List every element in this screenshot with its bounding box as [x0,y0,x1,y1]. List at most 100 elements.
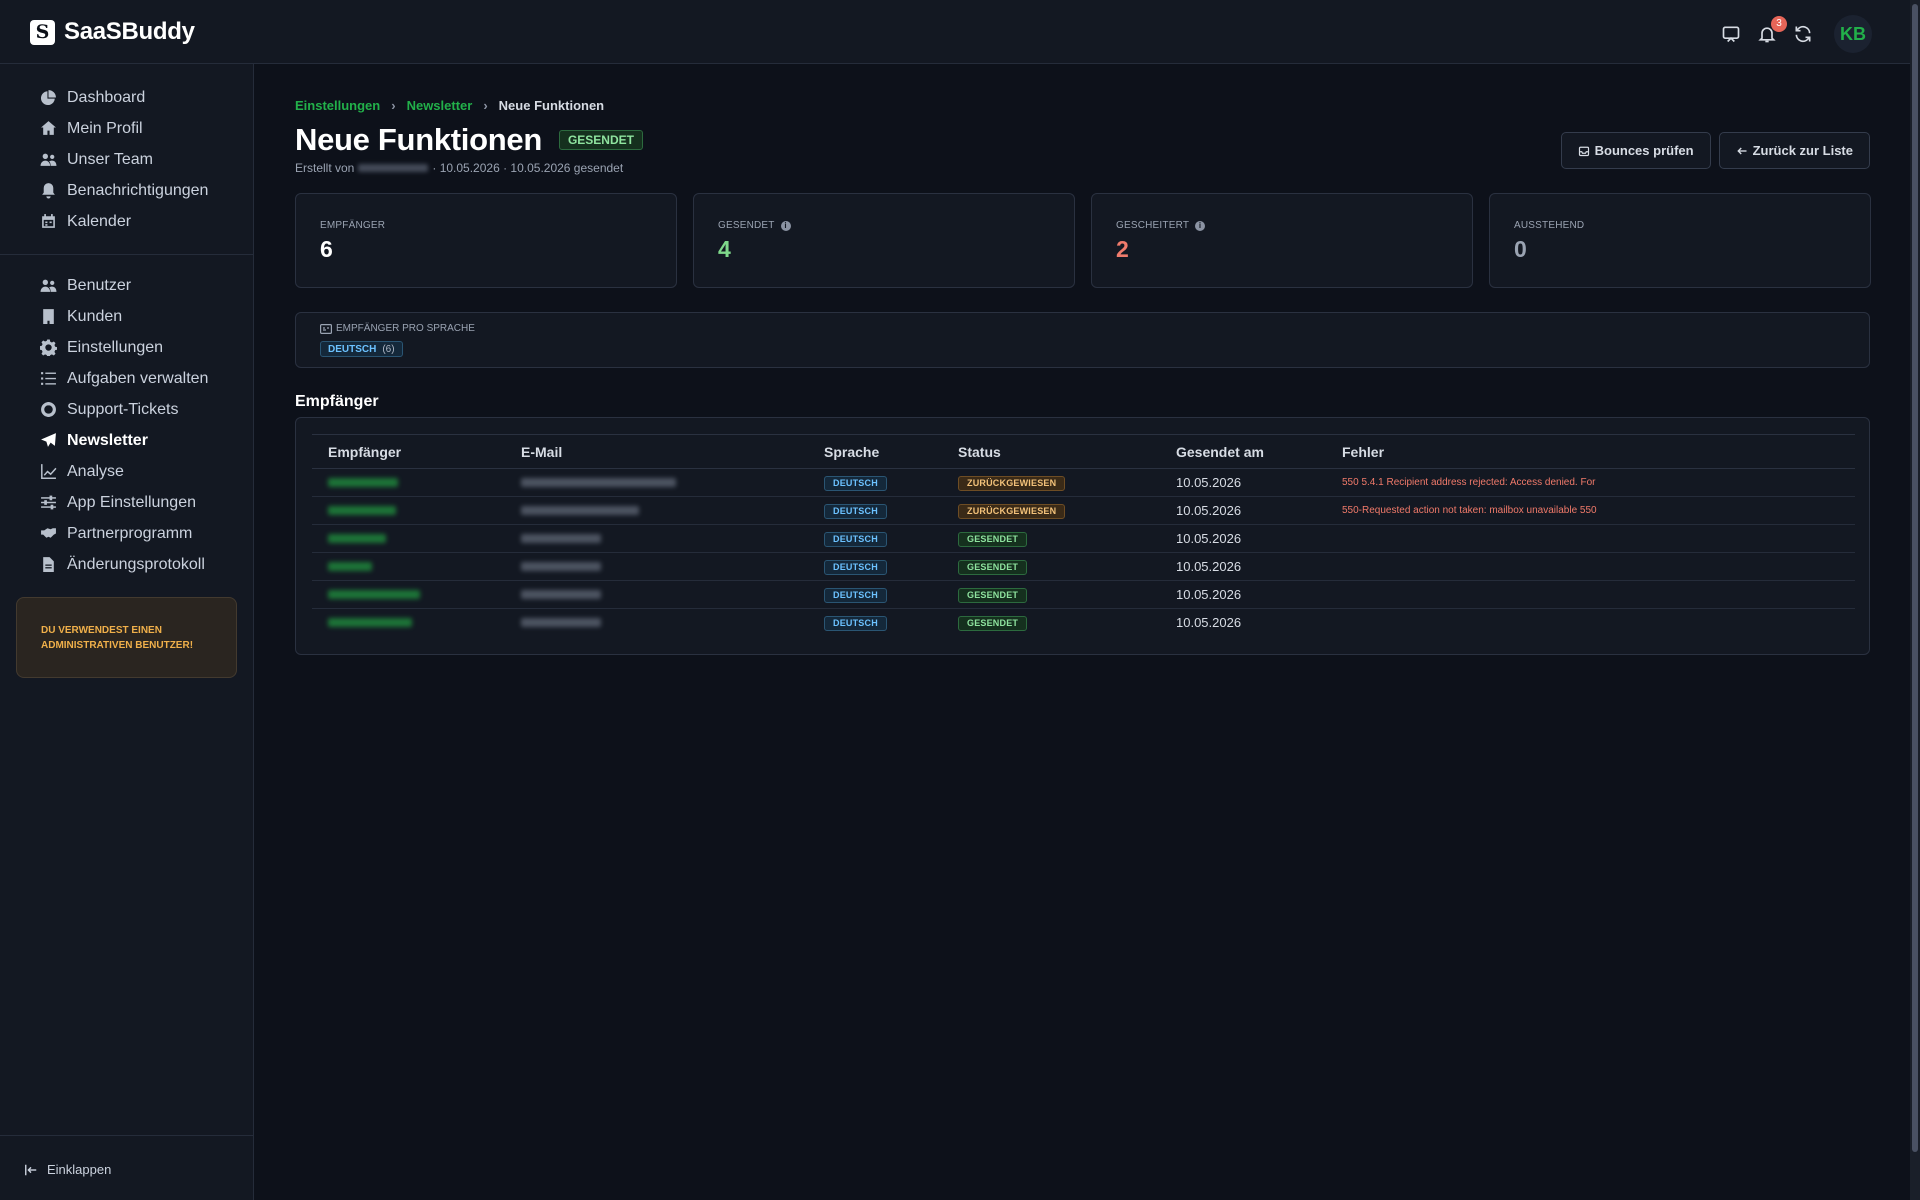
language-chip: DEUTSCH [824,616,887,632]
breadcrumb: Einstellungen › Newsletter › Neue Funkti… [295,98,604,113]
info-icon[interactable]: i [780,220,791,231]
notification-count-badge: 3 [1771,16,1787,32]
language-breakdown-label: EMPFÄNGER PRO SPRACHE [320,323,1869,334]
sidebar-item-mein-profil[interactable]: Mein Profil [0,113,253,144]
sidebar-item-label: Newsletter [67,431,148,449]
sidebar-item-aufgaben-verwalten[interactable]: Aufgaben verwalten [0,363,253,394]
table-row[interactable]: DEUTSCH ZURÜCKGEWIESEN 10.05.2026 550-Reque… [312,496,1855,525]
check-bounces-button[interactable]: Bounces prüfen [1560,132,1711,169]
language-cell: DEUTSCH [808,468,942,497]
sidebar-group-main: Dashboard Mein Profil Unser Team Benachrich… [0,64,253,237]
error-cell [1326,609,1855,637]
gear-icon [40,339,57,356]
redacted-email [521,590,601,599]
page-title-row: Neue Funktionen GESENDET [295,122,643,158]
home-icon [40,120,57,137]
status-cell: GESENDET [942,609,1160,637]
sidebar-item-partnerprogramm[interactable]: Partnerprogramm [0,518,253,549]
sidebar-item-support-tickets[interactable]: Support-Tickets [0,394,253,425]
breadcrumb-link-settings[interactable]: Einstellungen [295,98,380,113]
status-badge: GESENDET [958,560,1028,575]
redacted-name[interactable] [328,590,420,599]
redacted-name[interactable] [328,478,398,487]
recipients-table-card: Empfänger E-Mail Sprache Status Gesendet am F… [295,417,1870,655]
sidebar-item-einstellungen[interactable]: Einstellungen [0,332,253,363]
redacted-name[interactable] [328,506,396,515]
collapse-icon [25,1164,37,1175]
sidebar-item-änderungsprotokoll[interactable]: Änderungsprotokoll [0,549,253,580]
scrollbar-thumb[interactable] [1912,4,1918,1152]
table-row[interactable]: DEUTSCH GESENDET 10.05.2026 [312,580,1855,609]
column-header[interactable]: Status [942,434,1160,469]
sidebar-item-kalender[interactable]: Kalender [0,206,253,237]
refresh-icon[interactable] [1792,23,1814,45]
redacted-name[interactable] [328,562,372,571]
app-name: SaaSBuddy [64,18,195,45]
back-to-list-button[interactable]: Zurück zur Liste [1718,132,1870,169]
table-row[interactable]: DEUTSCH GESENDET 10.05.2026 [312,552,1855,581]
pie-chart-icon [40,89,57,106]
sidebar-divider [0,254,253,255]
info-icon[interactable]: i [1195,220,1206,231]
sidebar-item-label: Support-Tickets [67,400,179,418]
sidebar-item-app-einstellungen[interactable]: App Einstellungen [0,487,253,518]
app-logo[interactable]: S SaaSBuddy [30,18,195,46]
page-subtitle: Erstellt von · 10.05.2026 · 10.05.2026 g… [295,161,623,175]
sidebar-item-benutzer[interactable]: Benutzer [0,270,253,301]
stat-label-text: AUSSTEHEND [1514,220,1585,231]
error-cell [1326,524,1855,553]
line-chart-icon [40,463,57,480]
sidebar-item-benachrichtigungen[interactable]: Benachrichtigungen [0,175,253,206]
status-badge: ZURÜCKGEWIESEN [958,504,1066,519]
tasks-icon [40,370,57,387]
recipient-name-cell [312,609,505,637]
sidebar-item-label: Dashboard [67,88,146,106]
status-badge: GESENDET [958,532,1028,547]
recipient-name-cell [312,468,505,497]
sidebar-item-dashboard[interactable]: Dashboard [0,82,253,113]
sidebar-item-label: App Einstellungen [67,493,196,511]
collapse-sidebar-button[interactable]: Einklappen [24,1162,111,1177]
sidebar-item-label: Benutzer [67,276,132,294]
page-scrollbar[interactable] [1910,0,1920,1200]
sidebar-item-analyse[interactable]: Analyse [0,456,253,487]
redacted-name[interactable] [328,618,412,628]
sidebar-item-label: Aufgaben verwalten [67,369,209,387]
sidebar-item-label: Partnerprogramm [67,524,193,542]
stat-label: AUSSTEHEND [1514,220,1870,231]
language-breakdown-title: EMPFÄNGER PRO SPRACHE [336,323,475,334]
sidebar-item-unser-team[interactable]: Unser Team [0,144,253,175]
chevron-right-icon: › [391,98,396,113]
user-avatar[interactable]: KB [1834,15,1872,53]
error-cell: 550 5.4.1 Recipient address rejected: Ac… [1326,468,1855,497]
table-row[interactable]: DEUTSCH ZURÜCKGEWIESEN 10.05.2026 550 5.4.1… [312,468,1855,497]
bell-icon[interactable]: 3 [1756,16,1787,45]
handshake-icon [40,525,57,542]
column-header[interactable]: Empfänger [312,434,505,469]
sidebar-item-kunden[interactable]: Kunden [0,301,253,332]
page-title: Neue Funktionen [295,122,542,157]
back-to-list-label: Zurück zur Liste [1752,143,1853,158]
cast-icon[interactable] [1720,23,1742,45]
stat-value: 4 [718,236,731,262]
status-cell: ZURÜCKGEWIESEN [942,468,1160,497]
redacted-name[interactable] [328,534,386,543]
table-row[interactable]: DEUTSCH GESENDET 10.05.2026 [312,524,1855,553]
collapse-label: Einklappen [47,1162,112,1177]
column-header[interactable]: E-Mail [505,434,808,469]
recipient-name-cell [312,552,505,581]
lifebuoy-icon [40,401,57,418]
column-header[interactable]: Fehler [1326,434,1855,469]
sidebar-item-label: Benachrichtigungen [67,181,209,199]
language-cell: DEUTSCH [808,552,942,581]
column-header[interactable]: Sprache [808,434,942,469]
sidebar-item-label: Einstellungen [67,338,164,356]
sent-date-cell: 10.05.2026 [1160,580,1326,609]
recipient-email-cell [505,468,808,497]
table-row[interactable]: DEUTSCH GESENDET 10.05.2026 [312,609,1855,637]
sent-date-cell: 10.05.2026 [1160,468,1326,497]
sidebar-divider [0,1135,254,1136]
breadcrumb-link-newsletter[interactable]: Newsletter [407,98,473,113]
sidebar-item-newsletter[interactable]: Newsletter [0,425,253,456]
column-header[interactable]: Gesendet am [1160,434,1326,469]
